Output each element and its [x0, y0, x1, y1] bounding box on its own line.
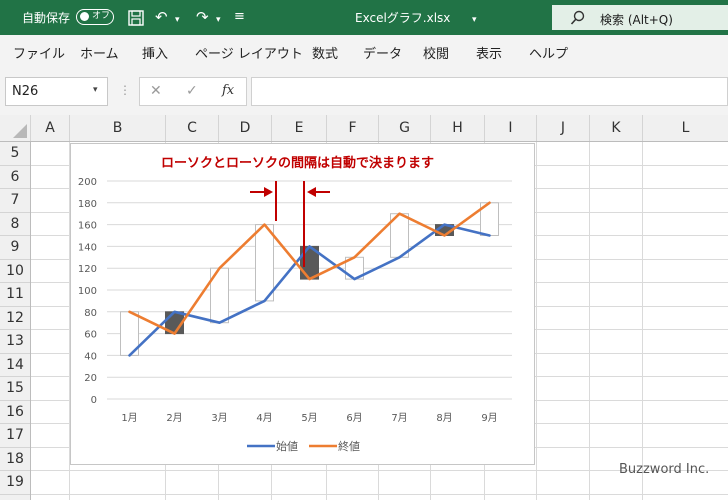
y-tick-label: 0	[91, 395, 97, 406]
search-box[interactable]: 検索 (Alt+Q)	[552, 5, 728, 30]
search-icon	[570, 10, 585, 25]
row-header-7[interactable]: 7	[0, 189, 30, 213]
row-header-8[interactable]: 8	[0, 213, 30, 236]
y-tick-label: 160	[78, 221, 97, 232]
search-label: 検索 (Alt+Q)	[600, 13, 673, 27]
column-header-D[interactable]: D	[219, 115, 272, 141]
tab-data[interactable]: データ	[363, 43, 402, 62]
row-header-13[interactable]: 13	[0, 330, 30, 354]
column-header-H[interactable]: H	[431, 115, 485, 141]
x-tick-label: 6月	[346, 412, 362, 424]
undo-dropdown-icon[interactable]: ▾	[175, 11, 180, 29]
autosave-state: オフ	[92, 11, 111, 21]
tab-view[interactable]: 表示	[476, 43, 502, 62]
column-header-L[interactable]: L	[643, 115, 728, 141]
column-gridline	[589, 142, 590, 500]
name-box-dropdown-icon[interactable]: ▾	[93, 85, 98, 95]
annotation-text: ローソクとローソクの間隔は自動で決まります	[161, 156, 435, 171]
row-gridline	[31, 493, 728, 495]
tab-page-layout[interactable]: ページ レイアウト	[195, 43, 303, 62]
column-headers: A B C D E F G H I J K L	[0, 115, 728, 142]
formula-bar: N26 ▾ ⋮ ✕ ✓ fx	[0, 68, 728, 115]
row-header-15[interactable]: 15	[0, 377, 30, 401]
name-box-value: N26	[12, 84, 39, 99]
row-header-10[interactable]: 10	[0, 260, 30, 283]
title-bar: 自動保存 オフ ↶ ▾ ↷ ▾ ≡ Excelグラフ.xlsx ▾ 検索 (Al…	[0, 0, 728, 35]
column-header-J[interactable]: J	[537, 115, 590, 141]
insert-function-icon[interactable]: fx	[222, 83, 234, 98]
column-gridline	[536, 142, 537, 500]
column-header-G[interactable]: G	[379, 115, 431, 141]
cancel-icon[interactable]: ✕	[150, 83, 162, 99]
chart-canvas: 0 20 40 60 80 100 120 140 160 180 200 1月 2月 3月 4月 5月 6月 7…	[78, 177, 512, 453]
file-name[interactable]: Excelグラフ.xlsx	[355, 9, 450, 26]
y-tick-label: 100	[78, 286, 97, 297]
row-header-5[interactable]: 5	[0, 142, 30, 166]
save-icon[interactable]	[127, 9, 145, 27]
row-header-18[interactable]: 18	[0, 448, 30, 471]
toggle-knob	[80, 12, 89, 21]
redo-dropdown-icon[interactable]: ▾	[216, 11, 221, 29]
column-header-C[interactable]: C	[166, 115, 219, 141]
legend-label: 終値	[338, 439, 360, 453]
x-tick-label: 8月	[436, 412, 452, 424]
autosave-toggle[interactable]: オフ	[76, 9, 114, 25]
filename-chevron-icon[interactable]: ▾	[472, 11, 477, 29]
row-header-14[interactable]: 14	[0, 354, 30, 377]
y-tick-label: 120	[78, 264, 97, 275]
row-header-17[interactable]: 17	[0, 424, 30, 448]
tab-help[interactable]: ヘルプ	[529, 43, 568, 62]
row-header-11[interactable]: 11	[0, 283, 30, 307]
select-all-corner[interactable]	[0, 115, 31, 141]
undo-icon[interactable]: ↶	[155, 8, 168, 26]
row-header-19[interactable]: 19	[0, 471, 30, 495]
row-header-12[interactable]: 12	[0, 307, 30, 330]
y-tick-label: 200	[78, 177, 97, 188]
tab-insert[interactable]: 挿入	[142, 43, 168, 62]
name-box[interactable]: N26 ▾	[5, 77, 108, 106]
row-header-6[interactable]: 6	[0, 166, 30, 189]
formula-input[interactable]	[251, 77, 728, 106]
formula-buttons: ✕ ✓ fx	[139, 77, 247, 106]
y-tick-label: 60	[84, 330, 97, 341]
row-header-9[interactable]: 9	[0, 236, 30, 260]
column-header-B[interactable]: B	[70, 115, 166, 141]
more-options-icon[interactable]: ⋮	[119, 83, 131, 97]
watermark-text: Buzzword Inc.	[619, 462, 710, 477]
tab-formulas[interactable]: 数式	[312, 43, 338, 62]
x-tick-label: 1月	[121, 412, 137, 424]
x-tick-label: 5月	[301, 412, 317, 424]
column-header-I[interactable]: I	[485, 115, 537, 141]
tab-review[interactable]: 校閲	[423, 43, 449, 62]
y-tick-label: 80	[84, 308, 97, 319]
candle	[255, 224, 274, 302]
x-tick-label: 4月	[256, 412, 272, 424]
customize-toolbar-icon[interactable]: ≡	[234, 8, 245, 26]
stock-chart[interactable]: 0 20 40 60 80 100 120 140 160 180 200 1月 2月 3月 4月 5月 6月 7…	[70, 143, 535, 465]
column-header-A[interactable]: A	[31, 115, 70, 141]
redo-icon[interactable]: ↷	[196, 8, 209, 26]
x-tick-label: 7月	[391, 412, 407, 424]
row-header-16[interactable]: 16	[0, 401, 30, 424]
x-tick-label: 3月	[211, 412, 227, 424]
column-header-E[interactable]: E	[272, 115, 327, 141]
ribbon-tabs: ファイル ホーム 挿入 ページ レイアウト 数式 データ 校閲 表示 ヘルプ	[0, 35, 728, 68]
y-tick-label: 140	[78, 242, 97, 253]
select-all-icon	[13, 124, 27, 138]
legend-label: 始値	[276, 439, 298, 453]
row-headers: 5 6 7 8 9 10 11 12 13 14 15 16 17 18 19	[0, 142, 31, 500]
enter-icon[interactable]: ✓	[186, 83, 198, 99]
column-header-F[interactable]: F	[327, 115, 379, 141]
y-tick-label: 20	[84, 373, 97, 384]
tab-home[interactable]: ホーム	[80, 43, 119, 62]
x-tick-label: 2月	[166, 412, 182, 424]
autosave-label: 自動保存	[22, 11, 71, 25]
column-gridline	[642, 142, 643, 500]
tab-file[interactable]: ファイル	[13, 43, 65, 62]
y-tick-label: 180	[78, 199, 97, 210]
x-tick-label: 9月	[481, 412, 497, 424]
column-header-K[interactable]: K	[590, 115, 643, 141]
y-tick-label: 40	[84, 351, 97, 362]
